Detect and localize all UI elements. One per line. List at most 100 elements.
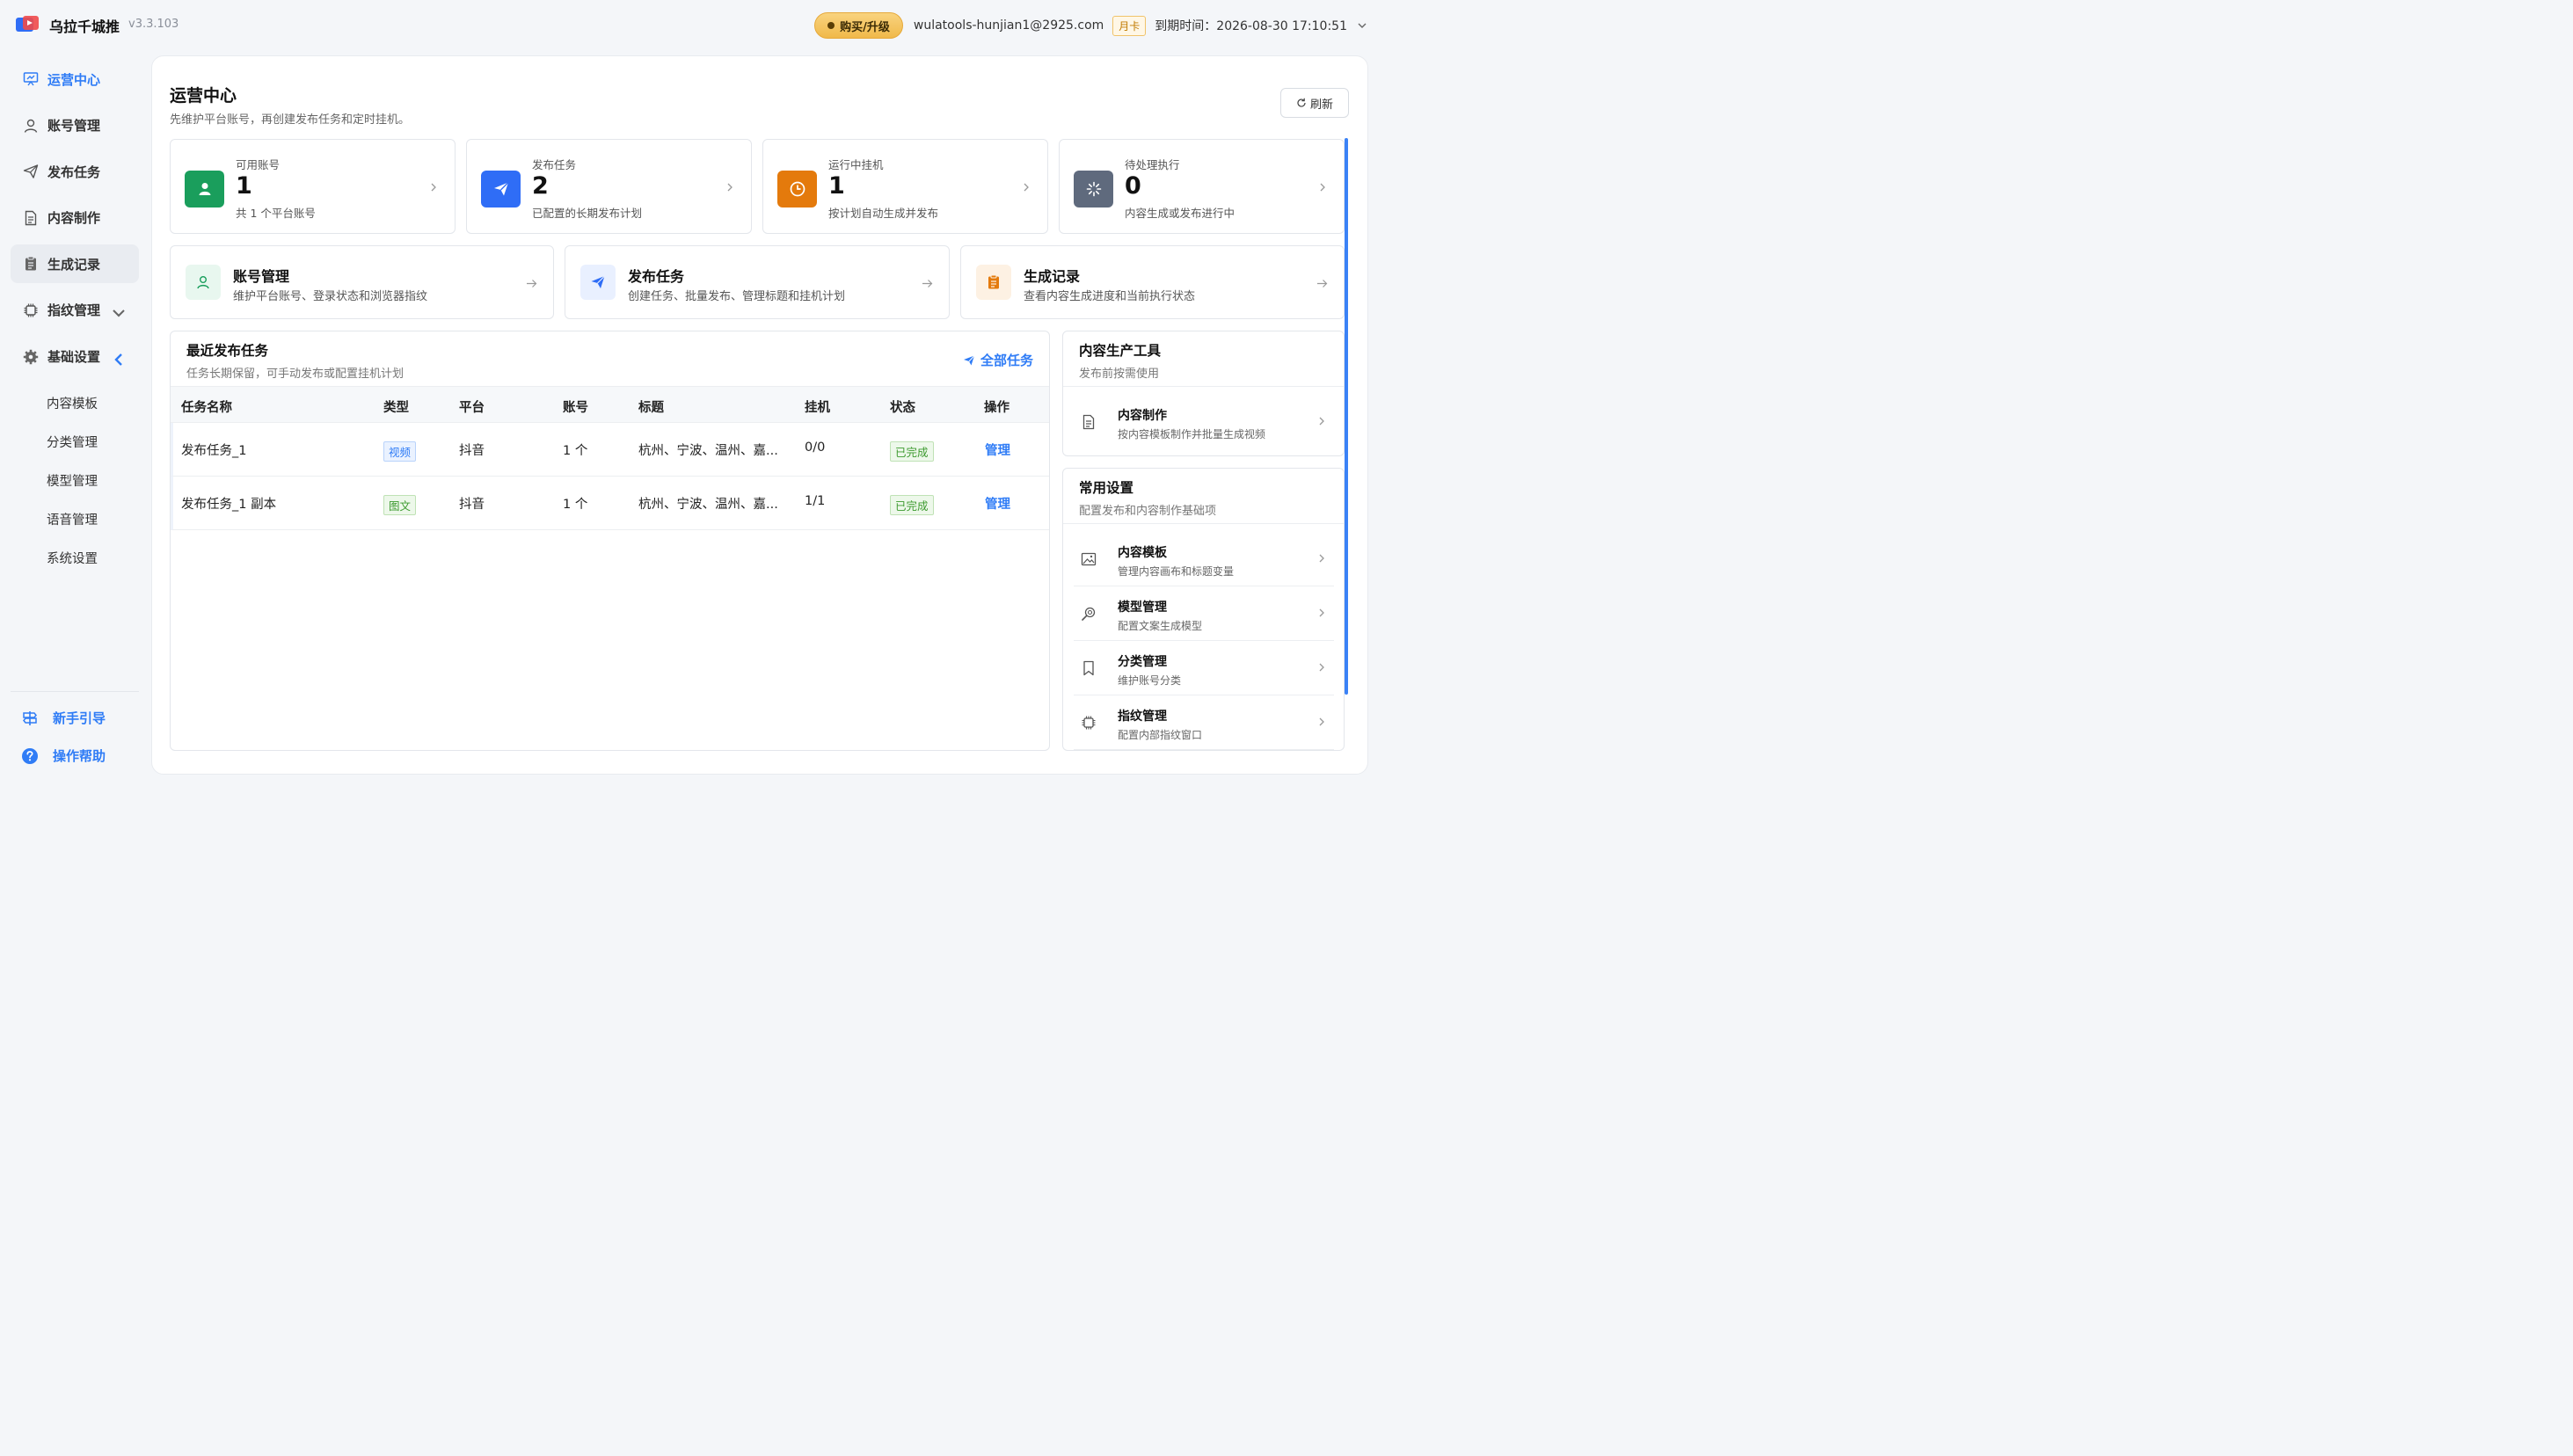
settings-item-content-templates[interactable]: 内容模板 管理内容画布和标题变量 <box>1074 532 1334 586</box>
chevron-right-icon <box>727 183 733 192</box>
beginner-guide-link[interactable]: 新手引导 <box>21 709 106 727</box>
table-row[interactable]: 发布任务_1 视频 抖音 1 个 杭州、宁波、温州、嘉... 0/0 已完成 管… <box>171 423 1049 477</box>
quick-desc: 创建任务、批量发布、管理标题和挂机计划 <box>628 290 846 303</box>
sidebar-item-label: 账号管理 <box>47 118 101 135</box>
task-platform: 抖音 <box>459 498 485 512</box>
column-header-name: 任务名称 <box>181 401 232 415</box>
user-email: wulatools-hunjian1@2925.com <box>913 18 1104 33</box>
sidebar-subitem-models[interactable]: 模型管理 <box>11 461 139 499</box>
tool-title: 内容模板 <box>1118 546 1167 560</box>
stat-label: 待处理执行 <box>1125 158 1180 171</box>
stat-card-publish-tasks[interactable]: 发布任务 2 已配置的长期发布计划 <box>466 139 752 234</box>
sidebar-item-fingerprint[interactable]: 指纹管理 <box>11 291 139 330</box>
user-icon <box>199 183 210 195</box>
common-settings-panel: 常用设置 配置发布和内容制作基础项 内容模板 管理内容画布和标题变量 模型管理 … <box>1062 468 1345 751</box>
sidebar-subitem-voices[interactable]: 语音管理 <box>11 499 139 538</box>
task-title: 杭州、宁波、温州、嘉... <box>638 444 778 458</box>
task-name: 发布任务_1 副本 <box>181 498 277 512</box>
column-header-accounts: 账号 <box>563 401 588 415</box>
table-row[interactable]: 发布任务_1 副本 图文 抖音 1 个 杭州、宁波、温州、嘉... 1/1 已完… <box>171 477 1049 530</box>
app-version: v3.3.103 <box>128 18 179 31</box>
clipboard-icon <box>988 274 999 289</box>
stat-icon-bg <box>1074 171 1113 207</box>
gear-icon <box>23 349 39 364</box>
task-hang: 0/0 <box>805 440 826 455</box>
stat-label: 运行中挂机 <box>828 158 884 171</box>
quick-desc: 维护平台账号、登录状态和浏览器指纹 <box>233 290 428 303</box>
question-icon <box>22 747 38 764</box>
table-header: 任务名称 类型 平台 账号 标题 挂机 状态 操作 <box>171 386 1049 423</box>
settings-item-fingerprint[interactable]: 指纹管理 配置内部指纹窗口 <box>1074 695 1334 750</box>
chevron-right-icon <box>1320 183 1325 192</box>
stat-card-running-hang[interactable]: 运行中挂机 1 按计划自动生成并发布 <box>762 139 1048 234</box>
refresh-icon <box>1297 98 1306 107</box>
column-header-hang: 挂机 <box>805 401 830 415</box>
quick-title: 发布任务 <box>628 268 685 285</box>
status-badge: 已完成 <box>890 441 934 462</box>
divider <box>1063 386 1344 387</box>
manage-link[interactable]: 管理 <box>985 494 1010 513</box>
sidebar-item-generation-records[interactable]: 生成记录 <box>11 244 139 284</box>
sidebar-subitem-categories[interactable]: 分类管理 <box>11 422 139 461</box>
quick-card-accounts[interactable]: 账号管理 维护平台账号、登录状态和浏览器指纹 <box>170 245 554 319</box>
stat-desc: 内容生成或发布进行中 <box>1125 207 1235 220</box>
buy-upgrade-label: 购买/升级 <box>840 20 890 34</box>
type-tag: 视频 <box>383 441 417 462</box>
stat-desc: 按计划自动生成并发布 <box>828 207 939 220</box>
stat-card-available-accounts[interactable]: 可用账号 1 共 1 个平台账号 <box>170 139 456 234</box>
all-tasks-link[interactable]: 全部任务 <box>963 351 1033 369</box>
status-badge: 已完成 <box>890 495 934 515</box>
sidebar-subitem-system-settings[interactable]: 系统设置 <box>11 538 139 577</box>
common-settings-subtitle: 配置发布和内容制作基础项 <box>1079 505 1217 518</box>
settings-item-models[interactable]: 模型管理 配置文案生成模型 <box>1074 586 1334 641</box>
help-link[interactable]: 操作帮助 <box>21 746 106 765</box>
stat-value: 1 <box>828 172 845 200</box>
chevron-right-icon <box>1319 663 1324 672</box>
image-icon <box>1081 552 1097 566</box>
quick-title: 生成记录 <box>1024 268 1081 285</box>
chevron-right-icon <box>1319 554 1324 563</box>
recent-tasks-panel: 最近发布任务 任务长期保留，可手动发布或配置挂机计划 全部任务 任务名称 类型 … <box>170 331 1050 751</box>
chevron-right-icon <box>1319 417 1324 426</box>
sidebar-item-publish-tasks[interactable]: 发布任务 <box>11 152 139 191</box>
stat-desc: 已配置的长期发布计划 <box>532 207 643 220</box>
sidebar-item-basic-settings[interactable]: 基础设置 <box>11 338 139 376</box>
plan-badge: 月卡 <box>1112 15 1147 36</box>
signpost-icon <box>23 710 37 725</box>
sidebar-item-operations-center[interactable]: 运营中心 <box>11 60 139 98</box>
expire-time: 到期时间：2026-08-30 17:10:51 <box>1155 19 1347 33</box>
manage-link[interactable]: 管理 <box>985 440 1010 459</box>
send-icon <box>23 164 39 178</box>
user-icon <box>197 276 209 289</box>
header-account-area: 购买/升级 wulatools-hunjian1@2925.com 月卡 到期时… <box>814 12 1368 39</box>
clipboard-icon <box>26 256 36 271</box>
tool-desc: 配置文案生成模型 <box>1118 620 1203 632</box>
loading-icon <box>1086 181 1101 197</box>
sidebar-subitem-content-templates[interactable]: 内容模板 <box>11 383 139 422</box>
stat-icon-bg <box>185 171 224 207</box>
chevron-down-icon[interactable] <box>1356 19 1368 32</box>
column-header-type: 类型 <box>383 401 409 415</box>
scrollbar[interactable] <box>1345 138 1348 695</box>
settings-item-categories[interactable]: 分类管理 维护账号分类 <box>1074 641 1334 695</box>
clock-icon <box>790 181 805 197</box>
tool-item-content-creation[interactable]: 内容制作 按内容模板制作并批量生成视频 <box>1074 395 1334 449</box>
quick-icon-bg <box>976 265 1011 300</box>
sidebar-item-accounts[interactable]: 账号管理 <box>11 106 139 145</box>
document-icon <box>1082 414 1095 430</box>
chevron-left-icon <box>114 353 122 366</box>
task-platform: 抖音 <box>459 444 485 458</box>
stat-card-pending-executions[interactable]: 待处理执行 0 内容生成或发布进行中 <box>1059 139 1345 234</box>
send-icon <box>591 275 605 288</box>
sidebar-item-content-creation[interactable]: 内容制作 <box>11 199 139 237</box>
app-logo-icon <box>16 16 39 32</box>
task-title: 杭州、宁波、温州、嘉... <box>638 498 778 512</box>
quick-card-publish-tasks[interactable]: 发布任务 创建任务、批量发布、管理标题和挂机计划 <box>565 245 950 319</box>
refresh-button[interactable]: 刷新 <box>1280 88 1349 118</box>
app-name: 乌拉千城推 <box>49 18 120 35</box>
quick-card-generation-records[interactable]: 生成记录 查看内容生成进度和当前执行状态 <box>960 245 1345 319</box>
tool-title: 指纹管理 <box>1118 710 1167 724</box>
stat-value: 2 <box>532 172 549 200</box>
buy-upgrade-button[interactable]: 购买/升级 <box>814 12 903 39</box>
quick-icon-bg <box>186 265 221 300</box>
